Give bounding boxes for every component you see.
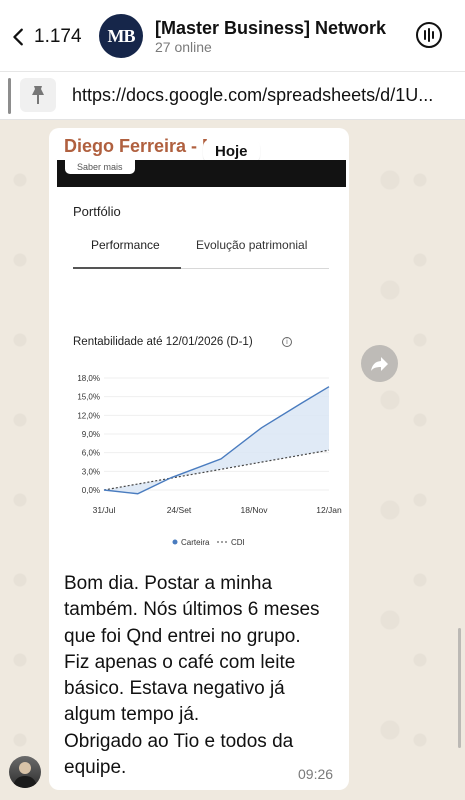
y-tick-label: 15,0% [77, 393, 100, 402]
person-silhouette [13, 762, 37, 788]
group-avatar[interactable]: MB [99, 14, 143, 58]
avatar-initials: MB [107, 25, 136, 46]
pinned-link[interactable]: https://docs.google.com/spreadsheets/d/1… [72, 85, 433, 106]
active-tab-indicator [73, 267, 181, 269]
chevron-left-icon [13, 28, 23, 46]
info-icon: i [282, 337, 292, 347]
pinned-indicator [8, 78, 11, 114]
y-tick-label: 12,0% [77, 411, 100, 420]
sender-name[interactable]: Diego Ferreira - M [64, 136, 217, 157]
saber-mais-button: Saber mais [65, 160, 135, 174]
forward-button[interactable] [361, 345, 398, 382]
legend-label-carteira: Carteira [181, 538, 210, 547]
performance-chart: 0,0% 3,0% 6,0% 9,0% 12,0% 15,0% 18,0% 31/Jul 24/… [77, 374, 342, 547]
message-line: algum tempo já. [64, 704, 200, 726]
group-call-icon[interactable] [414, 20, 444, 50]
message-text: Bom dia. Postar a minha também. Nós últi… [64, 571, 349, 781]
forward-icon [370, 356, 388, 371]
attached-screenshot[interactable]: Saber mais Portfólio Performance Evoluçã… [57, 160, 346, 560]
pin-icon [32, 86, 44, 104]
message-line: Bom dia. Postar a minha [64, 573, 273, 594]
message-line: também. Nós últimos 6 meses [64, 599, 320, 621]
y-tick-label: 9,0% [82, 430, 100, 439]
x-tick-label: 31/Jul [93, 505, 116, 515]
message-line: básico. Estava negativo já [64, 678, 285, 700]
sender-avatar[interactable] [9, 756, 41, 788]
pin-button[interactable] [20, 78, 56, 112]
portfolio-title: Portfólio [73, 204, 121, 219]
x-tick-label: 18/Nov [241, 505, 269, 515]
scroll-indicator[interactable] [458, 628, 461, 748]
chart-title: Rentabilidade até 12/01/2026 (D-1) [73, 336, 253, 348]
app-top-bar: Saber mais [57, 160, 346, 187]
legend-label-cdi: CDI [231, 538, 245, 547]
tab-performance: Performance [91, 238, 160, 252]
y-tick-label: 3,0% [82, 467, 100, 476]
x-tick-label: 24/Set [167, 505, 192, 515]
chat-header: 1.174 MB [Master Business] Network 27 on… [0, 0, 465, 72]
online-count: 27 online [155, 39, 212, 55]
message-line: Obrigado ao Tio e todos da [64, 730, 294, 752]
y-tick-label: 18,0% [77, 374, 100, 383]
message-line: Fiz apenas o café com leite [64, 651, 296, 673]
legend-marker-carteira [172, 539, 178, 545]
message-line: que foi Qnd entrei no grupo. [64, 625, 301, 647]
tab-evolucao-patrimonial: Evolução patrimonial [196, 238, 308, 252]
unread-count: 1.174 [34, 26, 82, 47]
x-tick-label: 12/Jan [316, 505, 342, 515]
carteira-area [104, 386, 329, 494]
y-tick-label: 0,0% [82, 486, 100, 495]
y-tick-label: 6,0% [82, 449, 100, 458]
message-time: 09:26 [298, 766, 334, 782]
back-button[interactable]: 1.174 [8, 20, 82, 54]
group-title[interactable]: [Master Business] Network [155, 18, 386, 39]
